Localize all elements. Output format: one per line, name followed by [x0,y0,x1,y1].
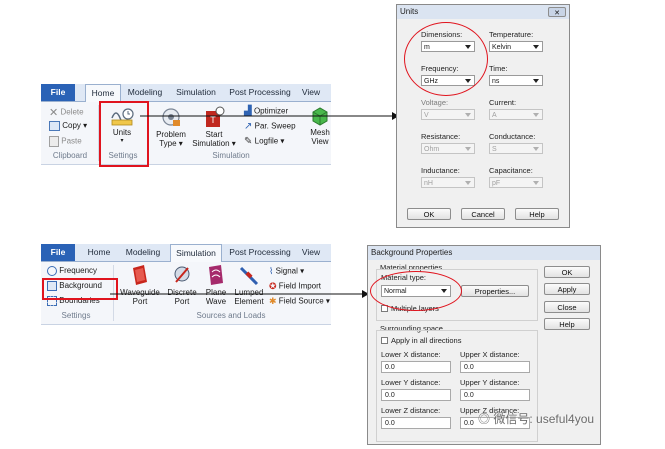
upper-x-input[interactable]: 0.0 [460,361,530,373]
bg-apply-button[interactable]: Apply [544,283,590,295]
copy-label: Copy [62,121,81,131]
signal-icon: ⌇ [269,266,274,276]
paste-icon [49,136,59,147]
problem-type-label-1: Problem [156,130,186,139]
conductance-label: Conductance: [489,132,536,141]
bg-dialog-title: Background Properties [368,246,600,260]
wechat-icon: ◎ [478,412,491,426]
tab-home[interactable]: Home [83,244,115,261]
logfile-label: Logfile [254,136,279,146]
delete-button[interactable]: ✕ Delete [49,106,84,119]
tab-file[interactable]: File [41,244,75,261]
tab-file[interactable]: File [41,84,75,101]
sources-group-label: Sources and Loads [196,311,266,320]
tab-modeling[interactable]: Modeling [123,84,167,101]
close-icon: ✕ [554,10,560,17]
tab-view[interactable]: View [297,84,325,101]
upper-y-input[interactable]: 0.0 [460,389,530,401]
copy-icon [49,121,60,131]
discrete-port-icon [174,266,190,283]
par-sweep-icon: ↗ [244,121,253,132]
ribbon1-tab-bar: File Home Modeling Simulation Post Proce… [41,84,331,102]
lower-y-label: Lower Y distance: [381,378,441,387]
logfile-icon: ✎ [244,136,253,147]
par-sweep-button[interactable]: ↗ Par. Sweep [244,121,296,132]
material-properties-button[interactable]: Properties... [461,285,529,297]
tab-modeling[interactable]: Modeling [121,244,165,261]
delete-icon: ✕ [49,107,59,119]
voltage-label: Voltage: [421,98,449,107]
ribbon2-tab-bar: File Home Modeling Simulation Post Proce… [41,244,331,262]
inductance-label: Inductance: [421,166,460,175]
clipboard-group-label: Clipboard [52,151,88,160]
tab-simulation[interactable]: Simulation [171,84,221,101]
start-label-1: Start [205,130,223,139]
capacitance-select: pF [489,177,543,188]
arrow-to-units-dialog [140,112,399,120]
settings-group-label-2: Settings [61,311,91,320]
capacitance-label: Capacitance: [489,166,533,175]
waveguide-port-icon [133,265,147,285]
apply-all-directions-checkbox[interactable] [381,337,388,344]
lower-z-input[interactable]: 0.0 [381,417,451,429]
apply-all-directions-label: Apply in all directions [391,336,462,345]
frequency-icon [47,266,57,276]
lower-z-label: Lower Z distance: [381,406,441,415]
units-cancel-button[interactable]: Cancel [461,208,505,220]
problem-type-label-2: Type ▾ [159,139,183,148]
units-dialog-title: Units [397,5,569,19]
upper-x-label: Upper X distance: [460,350,520,359]
logfile-button[interactable]: ✎ Logfile ▾ [244,136,284,147]
plane-wave-icon [209,265,223,285]
time-select[interactable]: ns [489,75,543,86]
signal-button[interactable]: ⌇ Signal ▾ [269,266,304,277]
delete-label: Delete [60,107,84,117]
lower-x-input[interactable]: 0.0 [381,361,451,373]
copy-button[interactable]: Copy ▾ [49,121,87,131]
frequency-button[interactable]: Frequency [47,266,97,276]
units-dim-freq-highlight [404,22,488,96]
watermark-text: 微信号: useful4you [493,412,595,426]
frequency-label: Frequency [59,266,98,276]
par-sweep-label: Par. Sweep [254,121,296,131]
paste-label: Paste [61,136,82,146]
paste-button[interactable]: Paste [49,136,82,147]
arrow-to-background-dialog [110,290,369,298]
tab-view[interactable]: View [297,244,325,261]
mesh-label-1: Mesh [310,128,330,137]
bg-help-button[interactable]: Help [544,318,590,330]
watermark: ◎ 微信号: useful4you [478,410,594,427]
current-label: Current: [489,98,517,107]
lower-x-label: Lower X distance: [381,350,441,359]
tab-post-processing[interactable]: Post Processing [227,84,293,101]
tab-simulation[interactable]: Simulation [170,244,222,262]
units-ok-button[interactable]: OK [407,208,451,220]
tab-post-processing[interactable]: Post Processing [227,244,293,261]
resistance-label: Resistance: [421,132,461,141]
start-label-2: Simulation ▾ [192,139,236,148]
close-dialog-button[interactable]: ✕ [548,7,566,17]
lumped-element-icon [239,266,259,286]
background-highlight-box [42,278,118,300]
bg-close-button[interactable]: Close [544,301,590,313]
signal-label: Signal [275,266,298,276]
inductance-select: nH [421,177,475,188]
mesh-label-2: View [311,137,329,146]
time-label: Time: [489,64,508,73]
tab-home[interactable]: Home [85,84,121,102]
resistance-select: Ohm [421,143,475,154]
simulation-group-label: Simulation [212,151,250,160]
temperature-select[interactable]: Kelvin [489,41,543,52]
temperature-label: Temperature: [489,30,534,39]
conductance-select: S [489,143,543,154]
current-select: A [489,109,543,120]
units-help-button[interactable]: Help [515,208,559,220]
bg-ok-button[interactable]: OK [544,266,590,278]
lower-y-input[interactable]: 0.0 [381,389,451,401]
upper-y-label: Upper Y distance: [460,378,520,387]
material-type-highlight [370,271,462,311]
voltage-select: V [421,109,475,120]
